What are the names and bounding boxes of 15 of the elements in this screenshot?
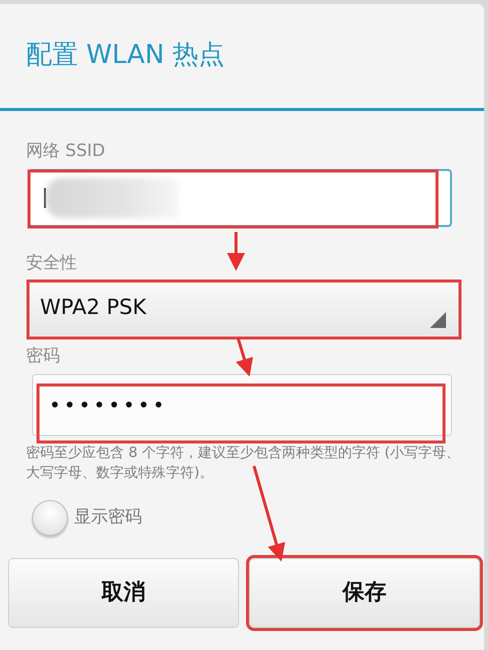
dialog-title: 配置 WLAN 热点 — [25, 39, 226, 72]
password-field[interactable]: •••••••• — [32, 374, 452, 436]
dialog-button[interactable]: 保存 — [249, 558, 480, 628]
dropdown-corner-icon — [430, 312, 446, 328]
security-value: WPA2 PSK — [40, 294, 146, 322]
dialog-button[interactable]: 取消 — [8, 558, 239, 628]
ssid-label: 网络 SSID — [26, 141, 106, 162]
security-label: 安全性 — [26, 253, 77, 274]
password-label: 密码 — [26, 346, 60, 366]
show-password-label: 显示密码 — [74, 506, 142, 530]
password-hint: 密码至少应包含 8 个字符，建议至少包含两种类型的字符 (小写字母、大写字母、数字或特殊字符)。 — [26, 444, 462, 484]
annotation-arrow — [236, 338, 254, 377]
show-password-radio[interactable] — [32, 500, 68, 536]
annotation-arrow — [227, 232, 245, 271]
security-dropdown[interactable]: WPA2 PSK — [28, 280, 458, 336]
